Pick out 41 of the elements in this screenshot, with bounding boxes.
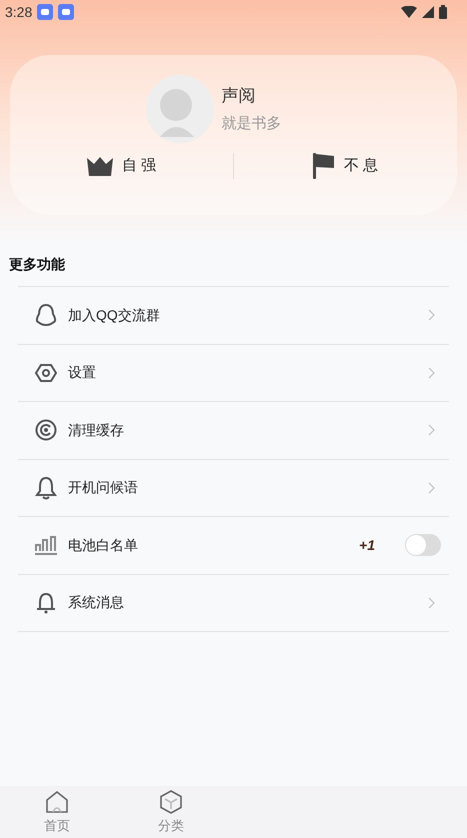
section-title: 更多功能 [8, 255, 66, 274]
app-notification-icon [37, 4, 54, 20]
chevron-right-icon [428, 424, 435, 436]
signal-icon [422, 6, 434, 18]
toggle-switch[interactable] [405, 534, 441, 556]
cube-icon [159, 790, 183, 814]
chevron-right-icon [428, 596, 435, 609]
avatar-icon [146, 75, 214, 143]
app-notification-icon [58, 4, 74, 20]
bell-icon [36, 592, 56, 614]
menu-label: 加入QQ交流群 [68, 306, 160, 325]
user-name: 声阅 [222, 85, 256, 107]
penguin-outline-icon [35, 303, 57, 328]
menu-item[interactable]: 设置 [18, 344, 449, 402]
flag-icon [312, 153, 335, 179]
chevron-right-icon [428, 309, 435, 322]
user-subtitle: 就是书多 [222, 114, 282, 134]
chevron-right-icon [428, 366, 435, 379]
menu-label: 系统消息 [68, 593, 124, 612]
plus-one-text: +1 [359, 536, 375, 555]
target-icon [35, 419, 57, 442]
menu-label: 开机问候语 [68, 478, 138, 498]
menu-label: 设置 [68, 363, 96, 382]
chevron-right-icon [428, 482, 435, 494]
menu-label: 清理缓存 [68, 420, 124, 440]
menu-item[interactable]: 系统消息 [18, 574, 449, 632]
menu-item[interactable]: 加入QQ交流群 [18, 287, 449, 344]
bar-chart-icon [34, 535, 58, 556]
menu-item[interactable]: 开机问候语 [18, 460, 449, 517]
crown-icon [86, 156, 113, 176]
menu-item[interactable]: 清理缓存 [18, 402, 449, 460]
stat-label: 自 强 [122, 156, 156, 176]
stat-label: 不 息 [344, 156, 378, 176]
menu-item[interactable]: 电池白名单 +1 [18, 517, 449, 574]
bell-icon [35, 476, 57, 500]
settings-icon [35, 362, 57, 384]
status-time: 3:28 [5, 2, 32, 22]
wifi-icon [401, 6, 417, 18]
menu-label: 电池白名单 [68, 536, 138, 555]
home-icon [45, 790, 69, 814]
battery-icon [439, 5, 447, 19]
